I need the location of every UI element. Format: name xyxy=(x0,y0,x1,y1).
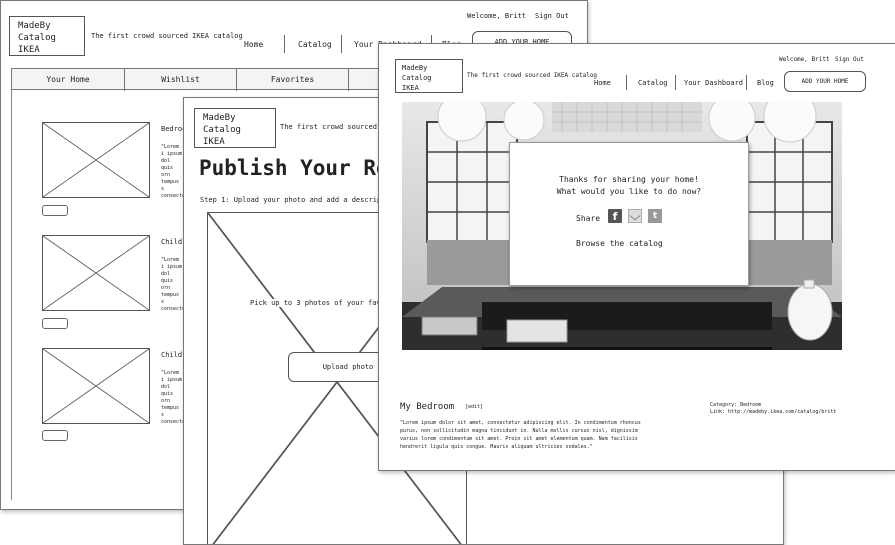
modal-thanks: Thanks for sharing your home! xyxy=(559,175,699,184)
nav-divider xyxy=(284,35,285,53)
item-description: "Lorem i ipsum dol quis orn tempus s con… xyxy=(161,257,185,312)
sign-out-link[interactable]: Sign Out xyxy=(835,56,864,63)
item-button[interactable] xyxy=(42,430,68,441)
nav-catalog[interactable]: Catalog xyxy=(298,40,332,49)
tab-favorites[interactable]: Favorites xyxy=(237,69,349,91)
logo[interactable]: MadeBy Catalog IKEA xyxy=(9,16,85,56)
tagline: The first crowd sourced IKEA catalog xyxy=(91,32,243,40)
share-modal: Thanks for sharing your home! What would… xyxy=(509,142,749,286)
add-home-button[interactable]: ADD YOUR HOME xyxy=(784,71,866,92)
welcome-text: Welcome, Britt xyxy=(467,12,527,20)
edit-link[interactable]: [edit] xyxy=(465,404,483,410)
logo-line: MadeBy xyxy=(203,113,236,123)
nav-home[interactable]: Home xyxy=(244,40,263,49)
image-placeholder xyxy=(42,348,150,424)
logo-line: MadeBy xyxy=(402,64,428,72)
logo[interactable]: MadeBy Catalog IKEA xyxy=(194,108,276,148)
nav-blog[interactable]: Blog xyxy=(757,79,774,87)
item-button[interactable] xyxy=(42,318,68,329)
front-wireframe-page: MadeBy Catalog IKEA The first crowd sour… xyxy=(378,43,895,471)
twitter-icon[interactable]: t xyxy=(648,209,662,223)
logo-line: Catalog xyxy=(203,125,241,135)
browse-catalog-link[interactable]: Browse the catalog xyxy=(576,239,663,248)
item-button[interactable] xyxy=(42,205,68,216)
item-description: "Lorem i ipsum dol quis orn tempus s con… xyxy=(161,370,185,425)
room-description: "Lorem ipsum dolor sit amet, consectetur… xyxy=(400,420,641,450)
nav-divider xyxy=(626,75,627,90)
nav-divider xyxy=(341,35,342,53)
item-description: "Lorem i ipsum dol quis orn tempus s con… xyxy=(161,144,185,199)
sign-out-link[interactable]: Sign Out xyxy=(535,12,569,20)
logo-line: MadeBy xyxy=(18,21,51,31)
welcome-text: Welcome, Britt xyxy=(779,56,830,63)
room-title: My Bedroom xyxy=(400,402,455,412)
logo[interactable]: MadeBy Catalog IKEA xyxy=(395,59,463,93)
image-placeholder xyxy=(42,235,150,311)
logo-line: Catalog xyxy=(402,74,432,82)
logo-line: IKEA xyxy=(203,137,225,147)
tab-your-home[interactable]: Your Home xyxy=(12,69,125,91)
modal-question: What would you like to do now? xyxy=(556,187,702,196)
logo-line: IKEA xyxy=(18,45,40,55)
room-link[interactable]: Link: http://madeby.ikea.com/catalog/bri… xyxy=(710,409,836,415)
nav-divider xyxy=(675,75,676,90)
nav-home[interactable]: Home xyxy=(594,79,611,87)
nav-catalog[interactable]: Catalog xyxy=(638,79,668,87)
step-instruction: Step 1: Upload your photo and add a desc… xyxy=(200,196,399,204)
logo-line: IKEA xyxy=(402,84,419,92)
facebook-icon[interactable]: f xyxy=(608,209,622,223)
upload-hint: Pick up to 3 photos of your fav xyxy=(250,299,381,307)
nav-dashboard[interactable]: Your Dashboard xyxy=(684,79,743,87)
logo-line: Catalog xyxy=(18,33,56,43)
tagline: The first crowd sourced IKEA catalog xyxy=(467,72,598,79)
tab-wishlist[interactable]: Wishlist xyxy=(125,69,237,91)
email-icon[interactable] xyxy=(628,209,642,223)
nav-divider xyxy=(746,75,747,90)
category-label: Category: Bedroom xyxy=(710,402,762,408)
share-label: Share xyxy=(576,214,601,223)
image-placeholder xyxy=(42,122,150,198)
